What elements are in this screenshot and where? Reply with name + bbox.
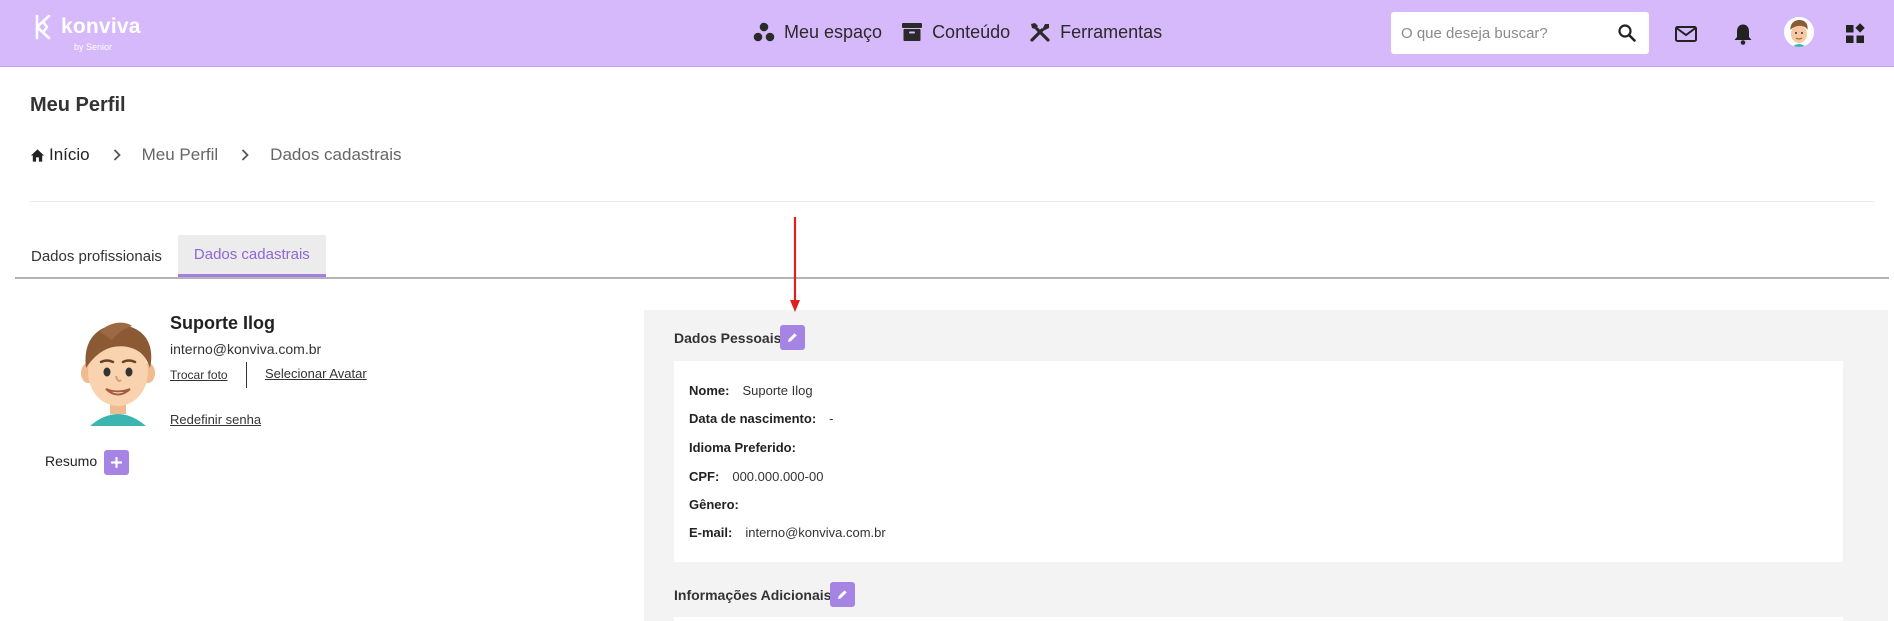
breadcrumb-home[interactable]: Início (30, 145, 90, 165)
field-nome: Nome: Suporte Ilog (689, 383, 813, 398)
tabs-underline (15, 277, 1889, 279)
chevron-right-icon (242, 149, 249, 161)
add-summary-button[interactable] (104, 450, 129, 475)
nav-ferramentas[interactable]: Ferramentas (1028, 20, 1162, 44)
pencil-icon (838, 590, 847, 599)
pencil-icon (788, 333, 797, 342)
home-icon (30, 148, 45, 162)
brand-name: konviva (61, 15, 141, 38)
additional-info-title: Informações Adicionais (674, 587, 832, 603)
profile-tabs: Dados profissionais Dados cadastrais (15, 235, 326, 277)
search-icon[interactable] (1617, 23, 1637, 43)
nav-conteudo[interactable]: Conteúdo (900, 20, 1010, 44)
edit-personal-data-button[interactable] (780, 325, 805, 350)
tab-dados-profissionais[interactable]: Dados profissionais (15, 235, 178, 277)
field-label: E-mail: (689, 525, 733, 540)
nav-label: Ferramentas (1060, 21, 1163, 42)
annotation-arrow-icon (790, 217, 800, 312)
user-avatar[interactable] (1784, 17, 1814, 47)
additional-info-card (674, 617, 1843, 621)
reset-password-link[interactable]: Redefinir senha (170, 412, 261, 427)
widgets-icon[interactable] (1842, 21, 1868, 47)
main-nav: Meu espaço Conteúdo Ferramentas (752, 20, 1180, 44)
archive-box-icon (902, 23, 923, 41)
search-box (1391, 12, 1649, 54)
bell-icon[interactable] (1730, 21, 1756, 47)
field-label: Gênero: (689, 497, 739, 512)
tools-icon (1030, 23, 1050, 42)
summary-label: Resumo (45, 453, 98, 469)
avatar-face-icon (1784, 17, 1814, 47)
field-value: 000.000.000-00 (732, 469, 824, 484)
change-photo-link[interactable]: Trocar foto (170, 368, 228, 382)
search-input[interactable] (1391, 12, 1611, 54)
breadcrumb-home-label: Início (49, 145, 90, 164)
chevron-right-icon (113, 149, 121, 161)
field-label: Data de nascimento: (689, 411, 817, 426)
breadcrumb-meu-perfil[interactable]: Meu Perfil (142, 145, 219, 165)
section-divider (30, 201, 1874, 202)
dots-group-icon (753, 22, 775, 42)
konviva-logo[interactable]: konviva by Senior (34, 14, 141, 52)
field-idioma: Idioma Preferido: (689, 440, 809, 455)
user-email: interno@konviva.com.br (170, 341, 322, 357)
tab-dados-cadastrais[interactable]: Dados cadastrais (177, 235, 326, 277)
field-value: Suporte Ilog (742, 383, 813, 398)
mail-icon[interactable] (1673, 21, 1699, 47)
plus-icon (111, 457, 122, 468)
link-separator (246, 362, 247, 388)
field-cpf: CPF: 000.000.000-00 (689, 469, 823, 484)
field-data-nascimento: Data de nascimento: - (689, 411, 834, 426)
field-value: interno@konviva.com.br (745, 525, 886, 540)
nav-label: Conteúdo (932, 21, 1011, 42)
profile-avatar-image (81, 322, 155, 426)
personal-data-title: Dados Pessoais (674, 330, 782, 346)
field-label: Idioma Preferido: (689, 440, 796, 455)
field-label: Nome: (689, 383, 730, 398)
nav-meu-espaco[interactable]: Meu espaço (752, 20, 882, 44)
select-avatar-link[interactable]: Selecionar Avatar (265, 366, 367, 381)
top-navigation-bar: konviva by Senior Meu espaço Conteúdo Fe… (0, 0, 1894, 67)
edit-additional-info-button[interactable] (830, 582, 855, 607)
field-genero: Gênero: (689, 497, 752, 512)
brand-by-senior: by Senior (74, 42, 113, 52)
breadcrumb-current: Dados cadastrais (270, 145, 402, 164)
field-value: - (829, 411, 834, 426)
user-name: Suporte Ilog (170, 313, 275, 333)
field-label: CPF: (689, 469, 720, 484)
page-title: Meu Perfil (30, 94, 126, 116)
nav-label: Meu espaço (784, 21, 883, 42)
breadcrumb: Início Meu Perfil Dados cadastrais (30, 145, 402, 165)
konviva-k-icon (35, 14, 51, 40)
field-email: E-mail: interno@konviva.com.br (689, 525, 886, 540)
